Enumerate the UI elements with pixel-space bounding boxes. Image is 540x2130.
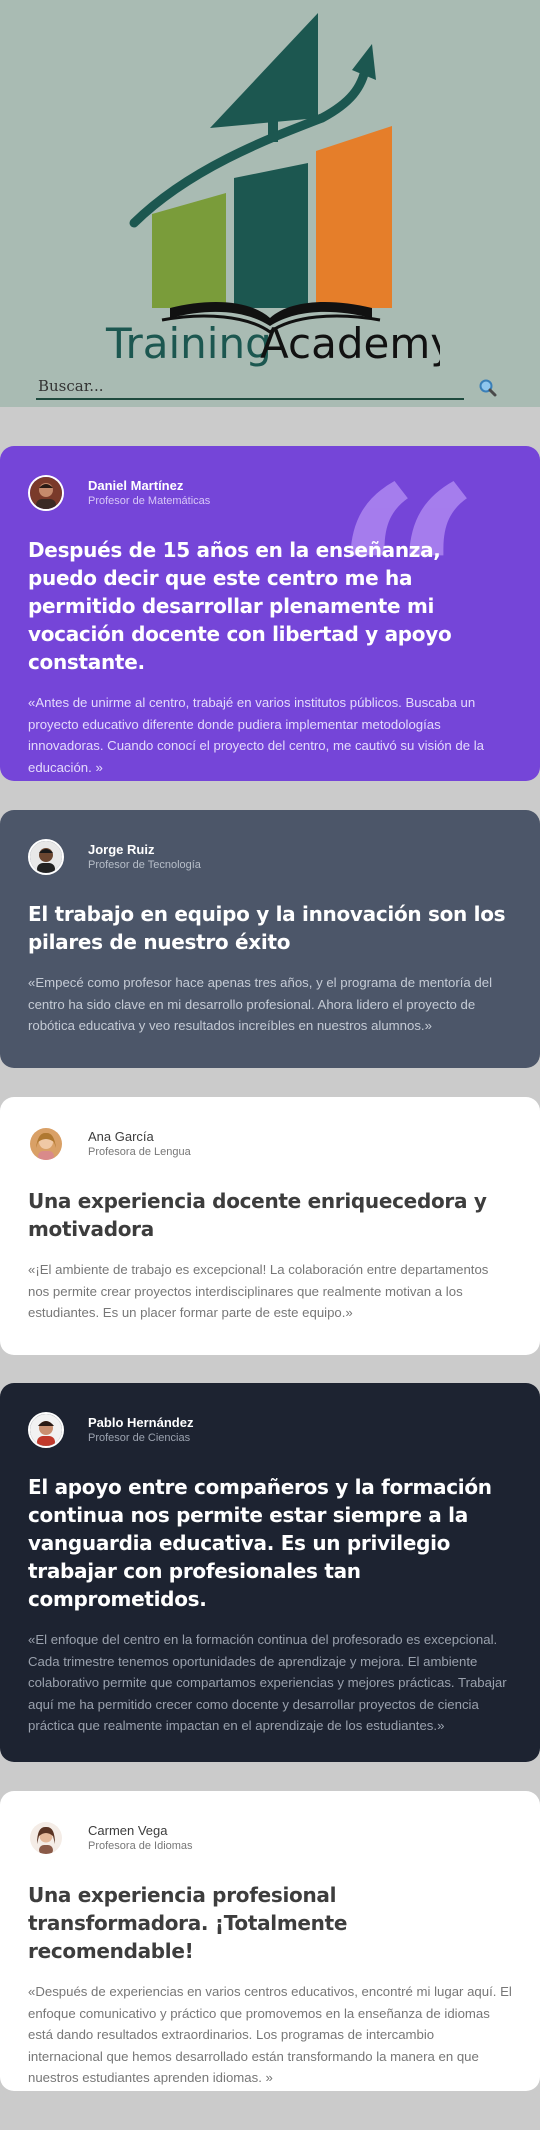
testimonial-quote: «¡El ambiente de trabajo es excepcional!… (28, 1262, 489, 1320)
avatar (28, 839, 64, 875)
author-role: Profesor de Matemáticas (88, 495, 211, 507)
logo-teal-bar (234, 163, 308, 308)
testimonial-card: Pablo Hernández Profesor de Ciencias El … (0, 1383, 540, 1762)
testimonial-card: Jorge Ruiz Profesor de Tecnología El tra… (0, 810, 540, 1068)
author-role: Profesor de Ciencias (88, 1432, 191, 1444)
author-info: Carmen Vega Profesora de Idiomas (28, 1819, 512, 1857)
avatar (28, 1126, 64, 1162)
testimonial-title: El apoyo entre compañeros y la formación… (28, 1475, 492, 1611)
logo-word-training: Training (105, 319, 272, 368)
logo-graduation-cap (210, 13, 318, 128)
author-name: Carmen Vega (88, 1823, 168, 1838)
testimonial-title: Después de 15 años en la enseñanza, pued… (28, 538, 452, 674)
testimonial-card: “ Daniel Martínez Profesor de Matemática… (0, 446, 540, 781)
testimonial-quote: «Antes de unirme al centro, trabajé en v… (28, 695, 484, 775)
avatar (28, 1412, 64, 1448)
testimonial-quote: «Empecé como profesor hace apenas tres a… (28, 975, 493, 1033)
search-input[interactable] (36, 374, 464, 398)
avatar (28, 1820, 64, 1856)
author-info: Jorge Ruiz Profesor de Tecnología (28, 838, 512, 876)
logo-word-academy: Academy (260, 319, 440, 368)
author-name: Jorge Ruiz (88, 842, 155, 857)
testimonial-title: Una experiencia docente enriquecedora y … (28, 1189, 487, 1241)
author-role: Profesor de Tecnología (88, 859, 201, 871)
site-header: Training Academy (0, 0, 540, 407)
training-academy-logo[interactable]: Training Academy (100, 8, 440, 368)
author-name: Pablo Hernández (88, 1415, 194, 1430)
author-info: Pablo Hernández Profesor de Ciencias (28, 1411, 512, 1449)
testimonial-card: Carmen Vega Profesora de Idiomas Una exp… (0, 1791, 540, 2091)
testimonial-card: Ana García Profesora de Lengua Una exper… (0, 1097, 540, 1355)
author-role: Profesora de Lengua (88, 1146, 191, 1158)
testimonial-title: El trabajo en equipo y la innovación son… (28, 902, 506, 954)
avatar (28, 475, 64, 511)
logo-green-bar (152, 193, 226, 308)
search-bar (36, 374, 464, 400)
author-name: Ana García (88, 1129, 154, 1144)
author-info: Ana García Profesora de Lengua (28, 1125, 512, 1163)
testimonial-quote: «Después de experiencias en varios centr… (28, 1984, 512, 2085)
testimonial-title: Una experiencia profesional transformado… (28, 1883, 348, 1963)
testimonial-quote: «El enfoque del centro en la formación c… (28, 1632, 507, 1733)
search-icon[interactable] (478, 378, 498, 398)
author-name: Daniel Martínez (88, 478, 184, 493)
author-role: Profesora de Idiomas (88, 1840, 193, 1852)
logo-orange-bar (316, 126, 392, 308)
